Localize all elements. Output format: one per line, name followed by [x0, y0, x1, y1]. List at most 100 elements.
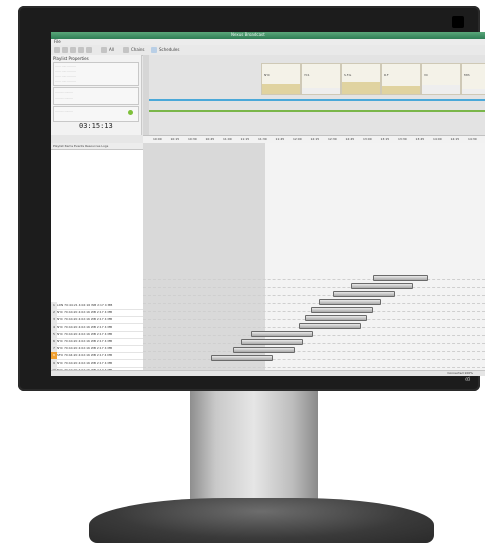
schedule-bar[interactable]	[311, 307, 373, 313]
save-icon[interactable]	[70, 47, 76, 53]
window-title: Nexus Broadcast	[231, 32, 265, 37]
menu-file[interactable]: File	[54, 39, 61, 44]
property-line: ········· ·········	[55, 96, 74, 100]
gantt-gridline	[143, 367, 485, 369]
gantt-gridline	[143, 351, 485, 353]
ruler-tick: 13:30	[398, 137, 407, 141]
monitor-bezel: BARCO Nexus Broadcast File All Chains Sc…	[18, 6, 485, 391]
duration-box: ········· ········· ········· ·········	[53, 87, 139, 105]
segment-label: R.F	[384, 73, 389, 77]
window-titlebar: Nexus Broadcast	[51, 32, 485, 39]
schedule-bar[interactable]	[333, 291, 395, 297]
gantt-gridline	[143, 279, 485, 281]
playlist-tabs[interactable]: Playlist Items Events Resources Logs	[51, 143, 145, 150]
schedule-bar[interactable]	[251, 331, 313, 337]
segment-label: VC	[424, 73, 429, 77]
row-text: LDN 70:44:21 4:02:16 WB 2:17 4 MB	[57, 303, 113, 307]
ruler-tick: 12:45	[345, 137, 355, 141]
ruler-tick: 10:30	[188, 137, 197, 141]
playlist-grid[interactable]: 1 LDN 70:44:21 4:02:16 WB 2:17 4 MB 2 NYC 7…	[51, 150, 144, 376]
ruler-tick: 10:00	[153, 137, 162, 141]
property-line: ········· ·········	[55, 109, 74, 113]
schedule-bar[interactable]	[351, 283, 413, 289]
ruler-tick: 11:30	[258, 137, 267, 141]
row-text: NYC 70:44:20 4:02:16 WB 2:17 4 MB	[57, 346, 113, 351]
schedule-icon[interactable]	[151, 47, 157, 53]
property-line: ········· ·········	[55, 90, 74, 94]
segment-label: Mth	[464, 73, 470, 77]
schedule-bar[interactable]	[319, 299, 381, 305]
property-line: ······ ····· ·········	[55, 74, 76, 78]
stand-neck	[190, 391, 318, 507]
toolbar-label-schedules[interactable]: Schedules	[159, 47, 179, 52]
row-text: NYC 70:44:20 4:02:16 WB 2:17 4 MB	[57, 317, 113, 322]
schedule-bar[interactable]	[211, 355, 273, 361]
ruler-tick: 11:00	[223, 137, 232, 141]
ruler-tick: 14:30	[468, 137, 477, 141]
row-text: NYC 70:44:20 4:02:16 WB 2:17 4 MB	[57, 310, 113, 315]
properties-box: ······ ····· ········· ······ ····· ····…	[53, 62, 139, 86]
open-icon[interactable]	[62, 47, 68, 53]
app-screen: Nexus Broadcast File All Chains Schedule…	[51, 32, 485, 376]
video-level-line	[149, 110, 485, 112]
cut-icon[interactable]	[78, 47, 84, 53]
ruler-tick: 11:45	[275, 137, 285, 141]
grid-icon[interactable]	[101, 47, 107, 53]
segment-label: S.F.G	[344, 73, 352, 77]
property-line: ······ ····· ·········	[55, 64, 76, 68]
timing-box: ········· ·········	[53, 106, 139, 122]
ruler-tick: 11:15	[240, 137, 250, 141]
gantt-gridline	[143, 359, 485, 361]
row-text: SFO 70:44:20 4:02:16 WB 2:17 4 MB	[57, 353, 113, 358]
toolbar-label-chains[interactable]: Chains	[131, 47, 145, 52]
timeline-overview[interactable]: NYC YC1 S.F.G R.F VC Mth	[143, 55, 485, 135]
row-text: NYC 70:44:20 4:02:16 WB 2:17 4 MB	[57, 331, 113, 336]
property-line: ······ ····· ·········	[55, 79, 76, 83]
toolbar-label-all[interactable]: All	[109, 47, 114, 52]
segment-block[interactable]: S.F.G	[341, 63, 381, 95]
segment-label: NYC	[264, 73, 271, 77]
properties-panel: Playlist Properties ······ ····· ·······…	[51, 55, 142, 135]
gantt-gridline	[143, 335, 485, 337]
ruler-tick: 13:15	[380, 137, 390, 141]
schedule-bar[interactable]	[373, 275, 428, 281]
ruler-tick: 10:45	[205, 137, 215, 141]
list-icon[interactable]	[123, 47, 129, 53]
track-labels	[143, 55, 149, 135]
stand-base	[89, 498, 434, 543]
schedule-bar[interactable]	[241, 339, 303, 345]
segment-block[interactable]: VC	[421, 63, 461, 95]
schedule-bar[interactable]	[299, 323, 361, 329]
segment-label: YC1	[304, 73, 310, 77]
gantt-gridline	[143, 295, 485, 297]
gantt-gridline	[143, 287, 485, 289]
property-line: ······ ····· ·········	[55, 69, 76, 73]
gantt-gridline	[143, 343, 485, 345]
copy-icon[interactable]	[86, 47, 92, 53]
ruler-tick: 10:15	[170, 137, 180, 141]
current-time-clock: 03:15:13	[79, 122, 113, 130]
status-text: Connected 100%	[447, 371, 473, 375]
ruler-tick: 14:15	[450, 137, 460, 141]
ruler-tick: 12:00	[293, 137, 302, 141]
new-icon[interactable]	[54, 47, 60, 53]
segment-block[interactable]: Mth	[461, 63, 485, 95]
schedule-bar[interactable]	[305, 315, 367, 321]
segment-block[interactable]: NYC	[261, 63, 301, 95]
gantt-view[interactable]	[143, 143, 485, 376]
panel-title: Playlist Properties	[53, 56, 89, 61]
ruler-tick: 13:00	[363, 137, 372, 141]
segment-block[interactable]: R.F	[381, 63, 421, 95]
ruler-tick: 12:30	[328, 137, 337, 141]
row-text: NYC 70:44:20 4:02:16 WB 2:17 4 MB	[57, 339, 113, 343]
schedule-bar[interactable]	[233, 347, 295, 353]
ruler-tick: 12:15	[310, 137, 320, 141]
segment-block[interactable]: YC1	[301, 63, 341, 95]
status-green-icon	[128, 110, 133, 115]
ruler-tick: 13:45	[415, 137, 425, 141]
status-bar: Connected 100%	[51, 370, 485, 376]
ruler-tick: 14:00	[433, 137, 442, 141]
audio-level-line	[149, 99, 485, 101]
row-text: NYC 70:44:20 4:02:16 WB 2:17 4 MB	[57, 360, 113, 365]
gantt-gridline	[143, 303, 485, 305]
